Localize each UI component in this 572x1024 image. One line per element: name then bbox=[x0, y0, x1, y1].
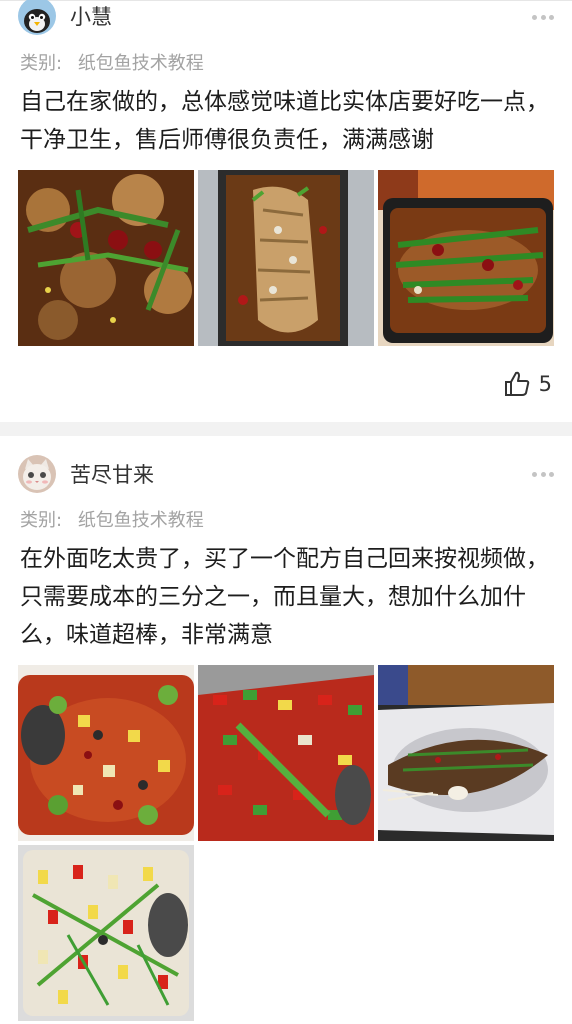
category-line: 类别: 纸包鱼技术教程 bbox=[20, 49, 204, 75]
category-value: 纸包鱼技术教程 bbox=[77, 510, 204, 531]
cartoon-bird-avatar-icon bbox=[18, 0, 56, 35]
category-label: 类别: bbox=[20, 510, 63, 531]
review-photo[interactable] bbox=[18, 665, 194, 841]
avatar[interactable] bbox=[18, 0, 56, 35]
category-label: 类别: bbox=[20, 53, 63, 74]
paper-wrapped-fish-photo bbox=[378, 665, 554, 841]
review-header: 小慧 bbox=[18, 0, 112, 36]
category-value: 纸包鱼技术教程 bbox=[77, 53, 204, 74]
review-photo[interactable] bbox=[198, 170, 374, 346]
colorful-fish-platter-photo bbox=[18, 845, 194, 1021]
more-options-icon[interactable] bbox=[532, 471, 554, 477]
review-text: 自己在家做的，总体感觉味道比实体店要好吃一点，干净卫生，售后师傅很负责任，满满感… bbox=[20, 89, 549, 153]
fish-with-vegetables-photo bbox=[18, 665, 194, 841]
fish-with-scallions-photo bbox=[378, 170, 554, 346]
more-options-icon[interactable] bbox=[532, 14, 554, 20]
frog-stew-photo bbox=[18, 170, 194, 346]
review-photo[interactable] bbox=[378, 665, 554, 841]
review-separator bbox=[0, 422, 572, 436]
thumbs-up-icon bbox=[504, 371, 529, 396]
review-photo[interactable] bbox=[378, 170, 554, 346]
cat-avatar-icon bbox=[18, 455, 56, 493]
review-photo[interactable] bbox=[18, 170, 194, 346]
review-card: 苦尽甘来 类别: 纸包鱼技术教程 在外面吃太贵了，买了一个配方自己回来按视频做，… bbox=[0, 436, 572, 1024]
review-photo[interactable] bbox=[18, 845, 194, 1021]
review-header: 苦尽甘来 bbox=[18, 454, 154, 494]
category-line: 类别: 纸包鱼技术教程 bbox=[20, 506, 204, 532]
like-button[interactable]: 5 bbox=[503, 369, 552, 399]
review-text: 在外面吃太贵了，买了一个配方自己回来按视频做，只需要成本的三分之一，而且量大，想… bbox=[20, 546, 549, 648]
peppers-fish-photo bbox=[198, 665, 374, 841]
grilled-fish-tray-photo bbox=[198, 170, 374, 346]
like-count: 5 bbox=[538, 372, 552, 396]
username[interactable]: 苦尽甘来 bbox=[70, 459, 154, 489]
review-card: 小慧 类别: 纸包鱼技术教程 自己在家做的，总体感觉味道比实体店要好吃一点，干净… bbox=[0, 0, 572, 422]
avatar[interactable] bbox=[18, 455, 56, 493]
review-photo[interactable] bbox=[198, 665, 374, 841]
username[interactable]: 小慧 bbox=[70, 1, 112, 31]
